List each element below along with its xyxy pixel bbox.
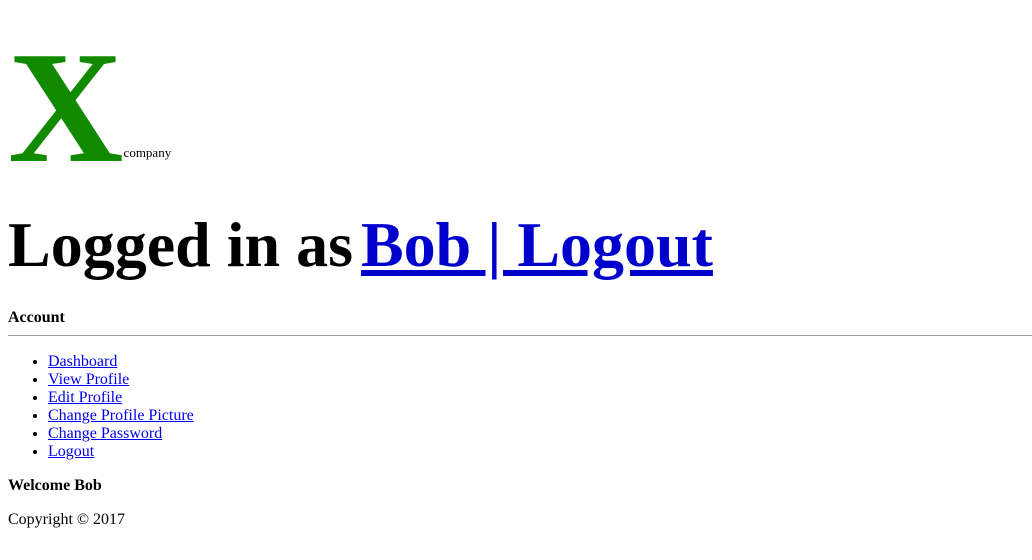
- nav-link-change-password[interactable]: Change Password: [48, 425, 162, 442]
- nav-link-view-profile[interactable]: View Profile: [48, 371, 129, 388]
- list-item: Change Profile Picture: [48, 407, 194, 425]
- logo-subtext: company: [123, 145, 172, 160]
- welcome-message: Welcome Bob: [8, 477, 102, 494]
- logged-in-label: Logged in as: [8, 209, 353, 280]
- list-item: Change Password: [48, 425, 194, 443]
- nav-link-dashboard[interactable]: Dashboard: [48, 353, 117, 370]
- list-item: Edit Profile: [48, 389, 194, 407]
- company-logo: X company: [8, 20, 172, 187]
- account-nav: Dashboard View Profile Edit Profile Chan…: [8, 353, 194, 461]
- list-item: Logout: [48, 443, 194, 461]
- copyright-text: Copyright © 2017: [8, 511, 126, 528]
- nav-link-edit-profile[interactable]: Edit Profile: [48, 389, 122, 406]
- user-logout-link[interactable]: Bob | Logout: [361, 209, 713, 280]
- logo-letter: X: [8, 18, 124, 196]
- nav-link-change-profile-picture[interactable]: Change Profile Picture: [48, 407, 194, 424]
- list-item: View Profile: [48, 371, 194, 389]
- logged-in-heading: Logged in as Bob | Logout: [8, 213, 713, 277]
- account-heading: Account: [8, 309, 65, 326]
- divider: [8, 335, 1032, 336]
- nav-link-logout[interactable]: Logout: [48, 443, 94, 460]
- list-item: Dashboard: [48, 353, 194, 371]
